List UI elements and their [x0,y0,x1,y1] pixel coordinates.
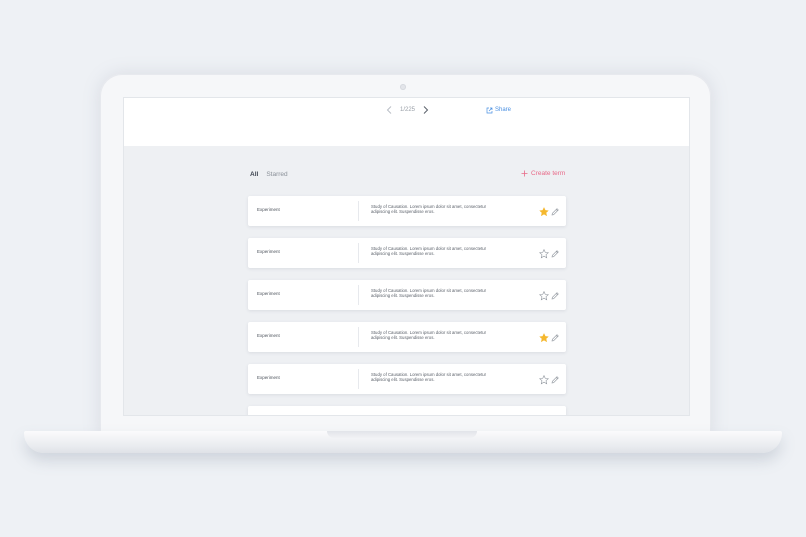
chevron-right-icon [423,106,429,114]
laptop-lid: 1/225 Share All Starred Create term Expe… [100,74,711,436]
term-list: Experiment Study of Causation. Lorem ipsu… [248,196,566,415]
term-card[interactable]: Experiment Study of Causation. Lorem ipsu… [248,322,566,352]
star-toggle-button[interactable] [538,288,550,301]
star-filled-icon [539,207,549,217]
term-name: Experiment [257,249,280,254]
term-description: Study of Causation. Lorem ipsum dolor si… [371,288,487,298]
create-term-button[interactable]: Create term [521,170,565,177]
next-page-button[interactable] [419,103,433,117]
star-toggle-button[interactable] [539,204,549,217]
card-divider [358,327,359,347]
edit-term-button[interactable] [550,288,560,300]
pencil-icon [551,208,559,216]
star-toggle-button[interactable] [539,330,549,343]
edit-term-button[interactable] [550,204,560,216]
tab-all[interactable]: All [250,171,258,178]
pager: 1/225 [382,103,433,117]
term-name: Experiment [257,291,280,296]
term-description: Study of Causation. Lorem ipsum dolor si… [371,330,487,340]
star-filled-icon [539,333,549,343]
tab-starred[interactable]: Starred [266,171,287,178]
star-outline-icon [538,374,550,385]
filter-tabs: All Starred [250,171,288,178]
term-name: Experiment [257,375,280,380]
term-name: Experiment [257,207,280,212]
term-card[interactable]: Experiment Study of Causation. Lorem ipsu… [248,238,566,268]
term-card[interactable] [248,406,566,415]
term-card[interactable]: Experiment Study of Causation. Lorem ipsu… [248,364,566,394]
pencil-icon [551,250,559,258]
term-card[interactable]: Experiment Study of Causation. Lorem ipsu… [248,280,566,310]
term-description: Study of Causation. Lorem ipsum dolor si… [371,246,487,256]
star-toggle-button[interactable] [538,372,550,385]
external-link-icon [486,107,493,113]
term-card[interactable]: Experiment Study of Causation. Lorem ipsu… [248,196,566,226]
app-header: 1/225 Share [124,98,689,146]
share-button[interactable]: Share [486,103,511,117]
edit-term-button[interactable] [550,372,560,384]
card-divider [358,243,359,263]
edit-term-button[interactable] [550,330,560,342]
card-divider [358,201,359,221]
prev-page-button[interactable] [382,103,396,117]
edit-term-button[interactable] [550,246,560,258]
pencil-icon [551,292,559,300]
term-description: Study of Causation. Lorem ipsum dolor si… [371,372,487,382]
pencil-icon [551,334,559,342]
star-outline-icon [538,290,550,301]
chevron-left-icon [386,106,392,114]
page-indicator: 1/225 [400,107,416,113]
create-term-label: Create term [531,170,566,177]
star-toggle-button[interactable] [538,246,550,259]
share-label: Share [495,107,512,113]
laptop-notch [327,431,477,438]
plus-icon [521,170,528,177]
card-divider [358,369,359,389]
term-description: Study of Causation. Lorem ipsum dolor si… [371,204,487,214]
pencil-icon [551,376,559,384]
card-divider [358,285,359,305]
camera-dot [400,84,406,90]
star-outline-icon [538,248,550,259]
laptop-base [24,431,782,453]
laptop-screen: 1/225 Share All Starred Create term Expe… [123,97,690,416]
term-name: Experiment [257,333,280,338]
